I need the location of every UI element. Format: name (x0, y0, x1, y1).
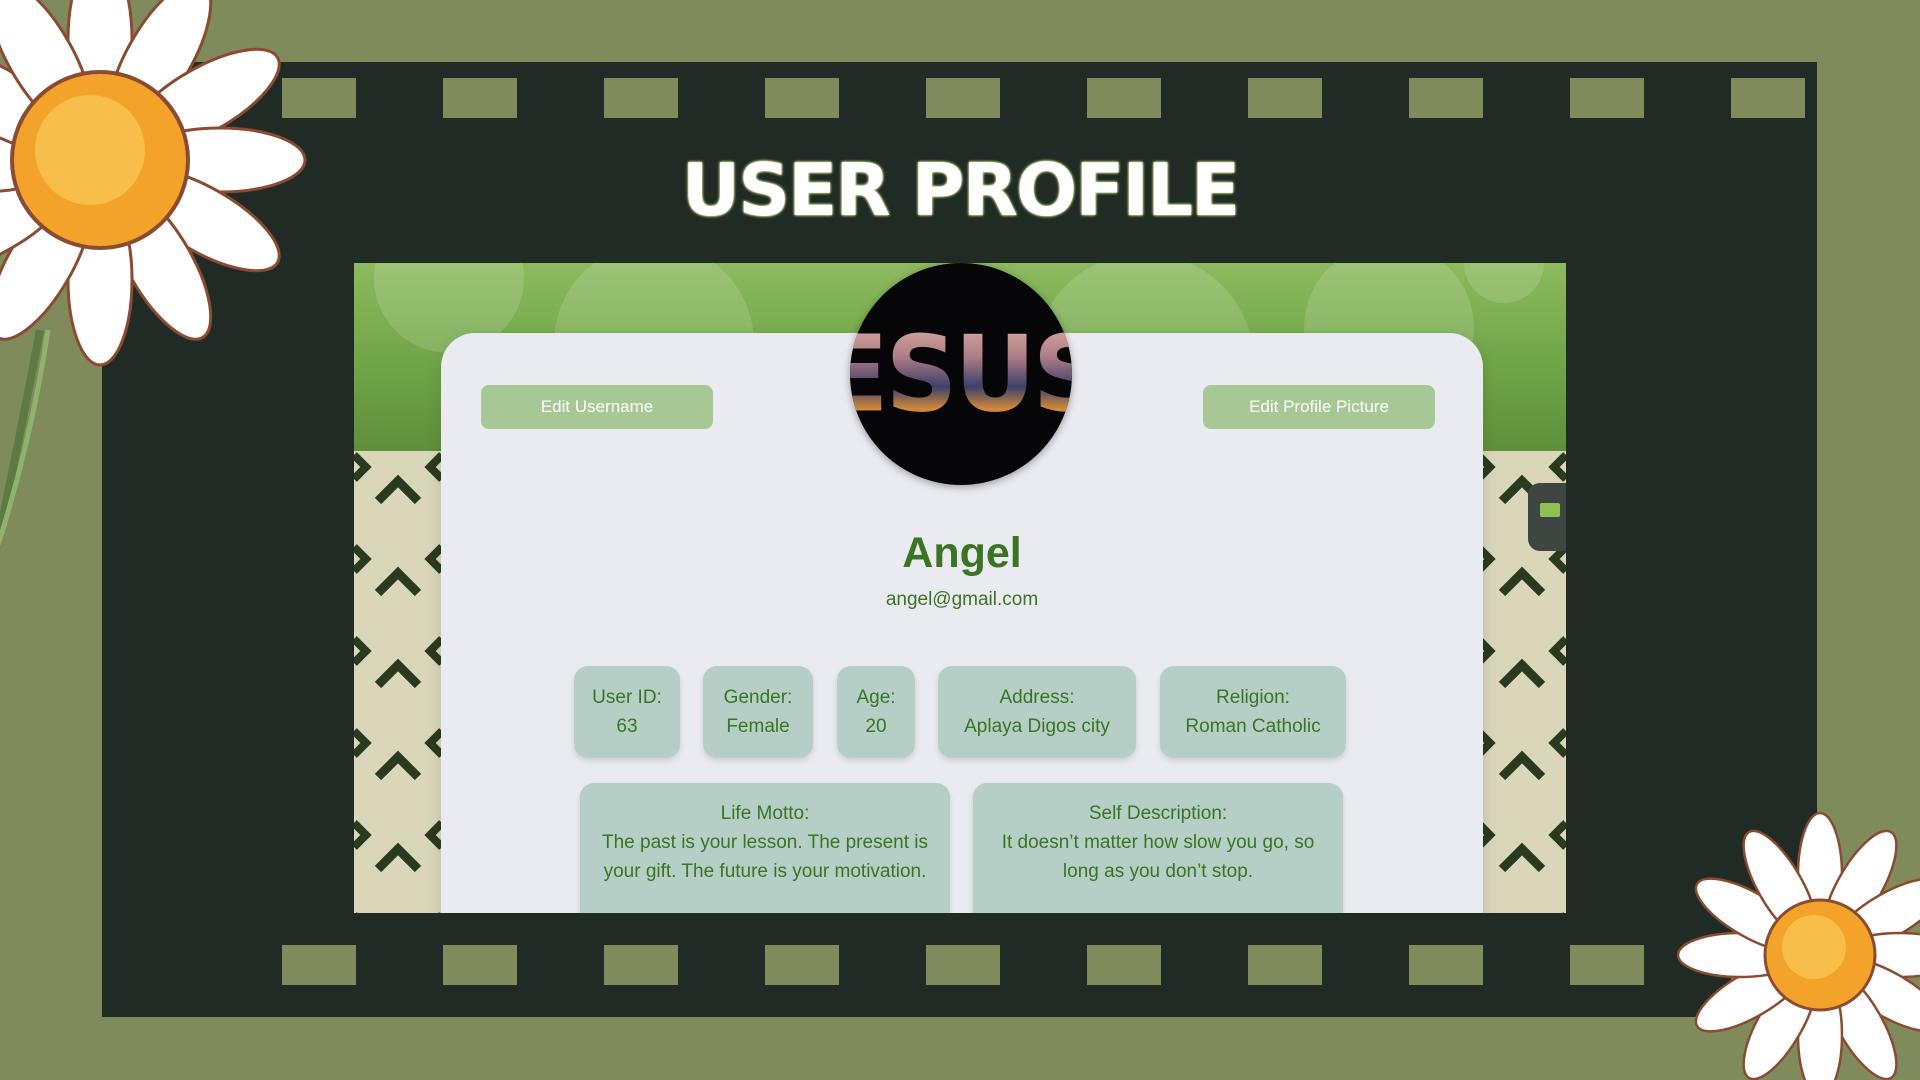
self-description-box: Self Description: It doesn’t matter how … (973, 783, 1343, 913)
info-value: Roman Catholic (1185, 716, 1321, 737)
film-hole (1409, 945, 1483, 985)
info-address: Address: Aplaya Digos city (938, 666, 1136, 758)
avatar-image-text: ESUS (850, 313, 1072, 436)
info-value: 20 (865, 716, 887, 737)
daisy-flower-icon (1676, 811, 1920, 1080)
film-hole (604, 945, 678, 985)
chevron-mark (354, 820, 372, 850)
life-motto-label: Life Motto: (720, 803, 810, 824)
info-label: Religion: (1216, 687, 1290, 708)
info-value: Female (726, 716, 790, 737)
info-age: Age: 20 (837, 666, 915, 758)
chevron-mark (1498, 750, 1546, 781)
banner-bubble (1464, 263, 1544, 303)
chevron-mark (354, 452, 372, 482)
info-religion: Religion: Roman Catholic (1160, 666, 1346, 758)
film-hole (1087, 945, 1161, 985)
info-gender: Gender: Female (703, 666, 813, 758)
film-hole (926, 945, 1000, 985)
chat-widget-icon (1540, 503, 1560, 517)
film-hole (1731, 78, 1805, 118)
chevron-mark (374, 566, 422, 597)
info-value: 63 (616, 716, 638, 737)
info-user-id: User ID: 63 (574, 666, 680, 758)
film-hole (282, 945, 356, 985)
chevron-mark (1548, 728, 1566, 758)
avatar[interactable]: ESUS (850, 263, 1072, 485)
user-email: angel@gmail.com (885, 589, 1039, 610)
chevron-mark (354, 544, 372, 574)
chevron-mark (1498, 842, 1546, 873)
daisy-flower-icon (0, 0, 307, 551)
film-hole (1409, 78, 1483, 118)
film-hole (604, 78, 678, 118)
edit-profile-picture-button[interactable]: Edit Profile Picture (1203, 385, 1435, 429)
chevron-pattern-left (354, 451, 442, 913)
chevron-mark (374, 842, 422, 873)
chevron-mark (1548, 452, 1566, 482)
edit-username-button[interactable]: Edit Username (481, 385, 713, 429)
film-holes-top (102, 78, 1920, 134)
film-hole (1248, 945, 1322, 985)
profile-screen: Edit Username Edit Profile Picture Angel… (354, 263, 1566, 913)
chevron-mark (354, 636, 372, 666)
chevron-mark (1498, 566, 1546, 597)
film-hole (765, 945, 839, 985)
chat-widget[interactable] (1528, 483, 1566, 551)
user-name: Angel (902, 529, 1022, 577)
self-description-value: It doesn’t matter how slow you go, so lo… (1001, 832, 1315, 882)
info-label: Address: (999, 687, 1075, 708)
chevron-mark (1498, 658, 1546, 689)
info-label: Age: (856, 687, 896, 708)
info-label: User ID: (592, 687, 662, 708)
film-hole (1570, 78, 1644, 118)
chevron-mark (374, 658, 422, 689)
life-motto-value: The past is your lesson. The present is … (602, 832, 928, 882)
film-hole (443, 78, 517, 118)
info-value: Aplaya Digos city (964, 716, 1110, 737)
self-description-label: Self Description: (1088, 803, 1228, 824)
film-hole (1087, 78, 1161, 118)
chevron-mark (1548, 636, 1566, 666)
chevron-pattern-icon (354, 452, 442, 913)
film-hole (1248, 78, 1322, 118)
info-label: Gender: (723, 687, 793, 708)
film-hole (926, 78, 1000, 118)
film-hole (443, 945, 517, 985)
chevron-mark (374, 750, 422, 781)
chevron-mark (354, 728, 372, 758)
chevron-mark (1548, 820, 1566, 850)
chevron-mark (374, 474, 422, 505)
life-motto-box: Life Motto: The past is your lesson. The… (580, 783, 950, 913)
film-holes-bottom (102, 945, 1920, 1001)
film-hole (1892, 78, 1920, 118)
film-hole (765, 78, 839, 118)
